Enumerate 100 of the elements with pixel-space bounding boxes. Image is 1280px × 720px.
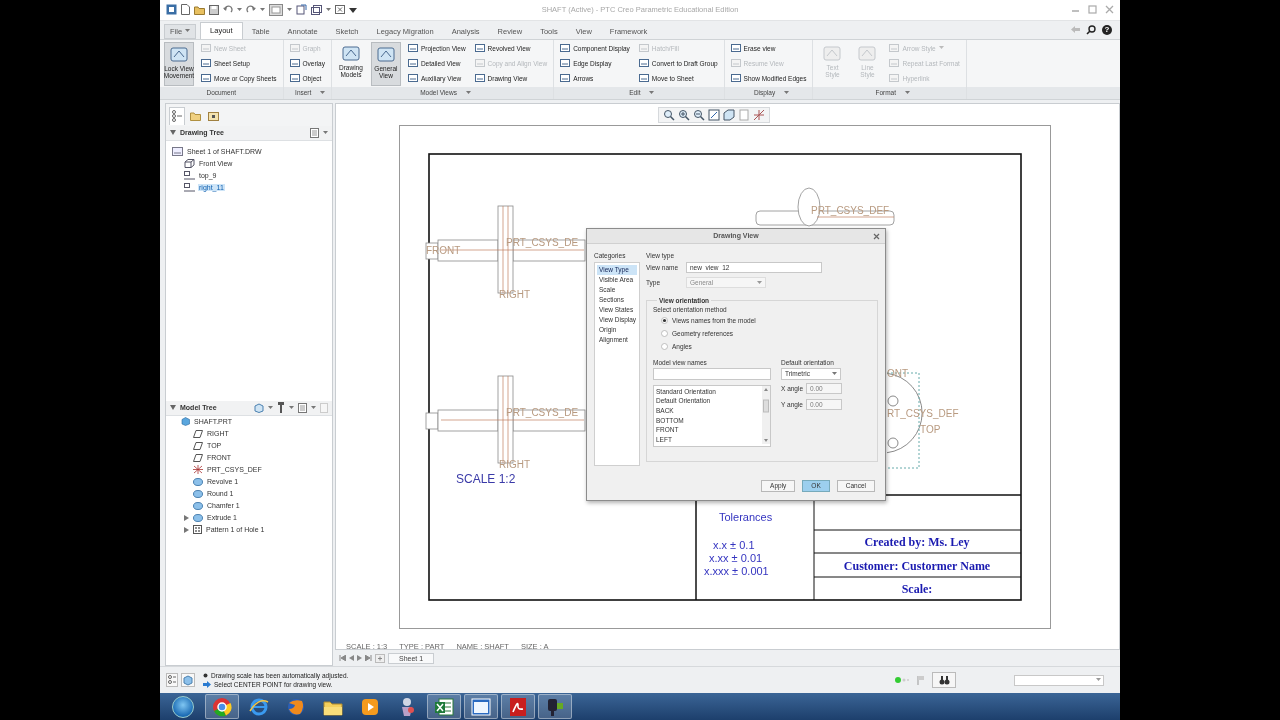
ring-icon	[212, 696, 232, 717]
cube-icon	[181, 417, 190, 427]
help-button[interactable]: ?	[1102, 24, 1112, 35]
datum-label: PRT_CSYS_DEF	[811, 204, 890, 216]
taskbar-button[interactable]	[205, 694, 239, 720]
caret-icon	[268, 405, 273, 410]
document-icon	[508, 696, 528, 717]
tolerance-text: x.xx ± 0.01	[709, 551, 763, 564]
collapse-arrow-icon[interactable]	[170, 130, 176, 136]
caret-icon	[311, 405, 316, 410]
cube-icon[interactable]	[723, 108, 735, 121]
caret-icon	[326, 7, 331, 12]
taskbar-button[interactable]	[501, 694, 535, 720]
binoculars-icon	[938, 675, 950, 685]
tool-icon	[407, 58, 418, 69]
datum-display-icon[interactable]	[753, 108, 765, 121]
status-light-icon	[895, 677, 909, 684]
customize-icon[interactable]	[349, 5, 357, 14]
title-block-text: Created by: Ms. Ley	[864, 534, 970, 549]
redo-icon[interactable]	[246, 5, 256, 15]
folder-icon	[189, 110, 201, 121]
taskbar-button[interactable]	[538, 694, 572, 720]
tool-icon	[339, 43, 362, 64]
app-icon[interactable]	[166, 4, 177, 16]
scrollbar[interactable]	[762, 385, 770, 444]
tree-icon	[172, 110, 182, 123]
close-window-icon[interactable]	[335, 5, 345, 15]
tool-icon	[730, 43, 741, 54]
tool-icon	[889, 73, 900, 84]
caret-icon	[320, 90, 326, 95]
close-icon[interactable]	[1105, 5, 1114, 15]
tool-icon	[638, 43, 649, 54]
open-folder-icon[interactable]	[194, 4, 205, 15]
save-icon[interactable]	[209, 4, 219, 15]
tool-icon	[638, 73, 649, 84]
caret-icon	[1096, 678, 1101, 683]
find-button[interactable]	[932, 672, 956, 689]
arrow-icon	[203, 681, 211, 689]
search-icon[interactable]	[1086, 24, 1096, 35]
add-sheet-icon[interactable]	[375, 653, 385, 663]
window-stack-icon[interactable]	[311, 4, 322, 15]
page-icon[interactable]	[298, 402, 307, 413]
display-icon[interactable]	[254, 402, 264, 413]
view-icon	[184, 183, 195, 193]
zoom-in-icon[interactable]	[678, 108, 690, 121]
caret-icon	[905, 90, 910, 95]
expand-arrow-icon[interactable]	[184, 514, 189, 521]
grid-icon	[193, 525, 202, 535]
new-file-icon[interactable]	[181, 4, 190, 16]
taskbar-button[interactable]	[464, 694, 498, 720]
close-icon[interactable]	[873, 232, 880, 240]
radio-button[interactable]	[661, 342, 668, 350]
tool-icon	[407, 43, 418, 54]
page-icon[interactable]	[310, 127, 319, 138]
previous-page-icon[interactable]	[349, 655, 354, 662]
undo-icon[interactable]	[223, 5, 233, 15]
tool-icon	[856, 43, 879, 64]
play-icon	[361, 697, 379, 716]
tool-icon	[474, 58, 485, 69]
flag-icon	[917, 675, 924, 685]
search-field[interactable]	[653, 367, 771, 380]
bullet-icon	[203, 673, 208, 679]
zoom-icon[interactable]	[663, 108, 675, 121]
tool-icon	[289, 58, 300, 69]
datum-label: RIGHT	[499, 458, 531, 470]
refit-icon[interactable]	[708, 108, 720, 121]
globe-icon	[249, 696, 269, 717]
tool-icon	[289, 43, 300, 54]
spreadsheet-icon	[434, 696, 454, 717]
panel-tab[interactable]	[169, 106, 185, 125]
title-block-text: Scale:	[901, 581, 933, 596]
last-page-icon[interactable]	[365, 655, 372, 662]
tool-icon	[730, 73, 741, 84]
datum-label: TOP	[920, 423, 941, 435]
title-block-text: Customer: Custormer Name	[843, 558, 991, 573]
zoom-out-icon[interactable]	[693, 108, 705, 121]
tool-icon	[201, 58, 211, 69]
windows-icon[interactable]	[269, 3, 283, 16]
tree-icon[interactable]	[166, 673, 178, 688]
radio-button[interactable]	[661, 316, 668, 324]
model-icon[interactable]	[181, 673, 195, 688]
collapse-arrow-icon[interactable]	[170, 405, 176, 411]
expand-arrow-icon[interactable]	[184, 526, 189, 533]
axes-icon	[193, 465, 203, 475]
tool-icon	[821, 43, 844, 64]
datum-label: RT_CSYS_DEF	[887, 407, 959, 419]
caret-icon	[832, 371, 837, 376]
next-page-icon[interactable]	[357, 655, 362, 662]
view-icon	[184, 159, 195, 169]
start-button[interactable]	[172, 695, 194, 718]
sheet-icon	[172, 147, 183, 157]
caret-icon	[287, 7, 292, 12]
tool-icon	[730, 58, 741, 69]
tool-icon	[289, 73, 300, 84]
tool-icon	[474, 73, 485, 84]
radio-button[interactable]	[661, 329, 668, 337]
taskbar-button[interactable]	[427, 694, 461, 720]
first-page-icon[interactable]	[339, 655, 346, 662]
box-icon	[207, 110, 219, 121]
scale-label: SCALE 1:2	[456, 471, 516, 486]
